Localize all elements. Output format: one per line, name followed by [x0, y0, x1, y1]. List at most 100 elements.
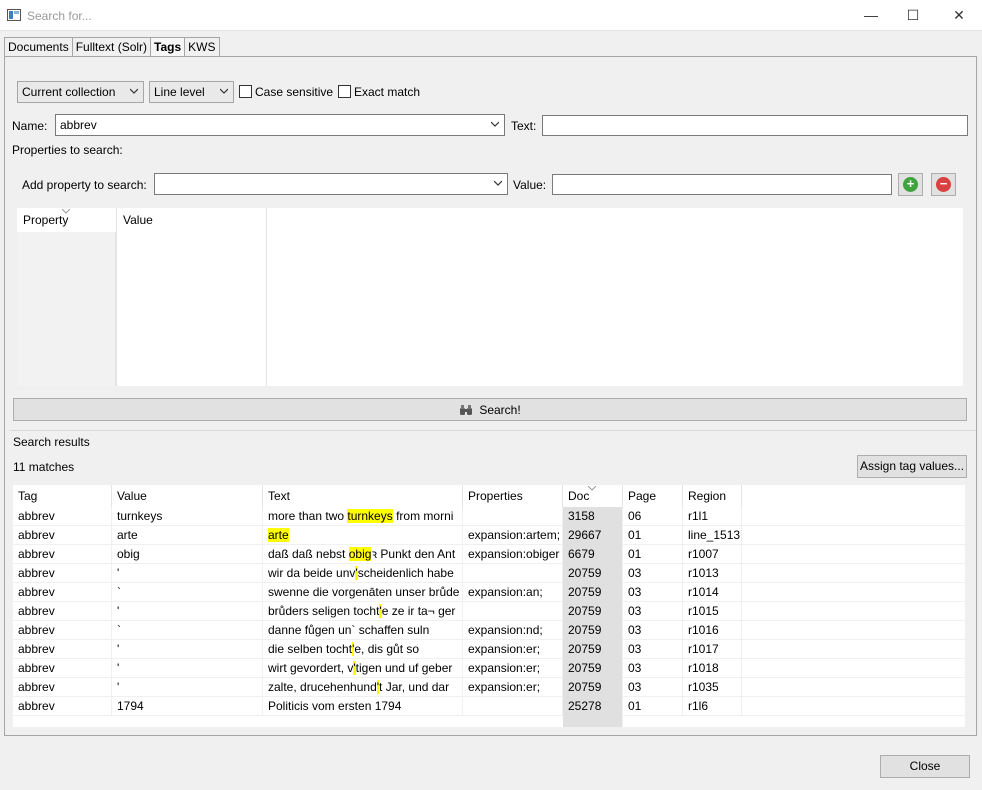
- text-cell: wir da beide unv'scheidenlich habe: [263, 564, 463, 583]
- plus-icon: +: [903, 177, 918, 192]
- tab-fulltext[interactable]: Fulltext (Solr): [71, 37, 152, 57]
- tag-cell: abbrev: [13, 526, 112, 545]
- column-divider: [266, 208, 267, 386]
- page-cell: 03: [623, 659, 683, 678]
- region-cell: r1l1: [683, 507, 742, 526]
- tab-tags[interactable]: Tags: [150, 37, 186, 58]
- results-body: abbrev turnkeys more than two turnkeys fro…: [13, 507, 965, 727]
- level-select[interactable]: Line level: [149, 81, 234, 103]
- page-column-header[interactable]: Page: [623, 485, 683, 507]
- page-cell: 03: [623, 602, 683, 621]
- table-row[interactable]: abbrev 1794 Politicis vom ersten 1794 2527…: [13, 697, 965, 716]
- table-row[interactable]: abbrev ' brůders seligen tocht'e ze ir ta…: [13, 602, 965, 621]
- value-cell: arte: [112, 526, 263, 545]
- text-fragment: Politicis vom ersten 1794: [268, 699, 402, 713]
- table-row[interactable]: abbrev obig daß daß nebst obigꝛ Punkt den…: [13, 545, 965, 564]
- properties-column-header[interactable]: Properties: [463, 485, 563, 507]
- page-cell: 01: [623, 545, 683, 564]
- close-button[interactable]: Close: [880, 755, 970, 778]
- table-row[interactable]: abbrev turnkeys more than two turnkeys fro…: [13, 507, 965, 526]
- text-cell: arte: [263, 526, 463, 545]
- assign-tag-values-button[interactable]: Assign tag values...: [857, 455, 967, 478]
- region-cell: r1035: [683, 678, 742, 697]
- table-row[interactable]: abbrev ` danne fůgen un` schaffen suln exp…: [13, 621, 965, 640]
- tag-cell: abbrev: [13, 545, 112, 564]
- property-column-header[interactable]: Property: [23, 213, 68, 227]
- properties-cell: [463, 697, 563, 716]
- minus-icon: −: [936, 177, 951, 192]
- text-fragment: tigen und uf geber: [355, 661, 453, 675]
- text-field[interactable]: [542, 115, 968, 136]
- property-table[interactable]: Property Value: [17, 208, 963, 386]
- doc-cell: 20759: [563, 621, 623, 640]
- properties-cell: expansion:er;: [463, 640, 563, 659]
- tag-cell: abbrev: [13, 621, 112, 640]
- table-row[interactable]: abbrev ' zalte, drucehenhund't Jar, und d…: [13, 678, 965, 697]
- properties-cell: expansion:obiger: [463, 545, 563, 564]
- results-table[interactable]: Tag Value Text Properties Doc Page Regio…: [13, 485, 965, 727]
- table-row[interactable]: abbrev arte arte expansion:artem; 29667 01 lin…: [13, 526, 965, 545]
- doc-cell: 20759: [563, 640, 623, 659]
- value-cell: 1794: [112, 697, 263, 716]
- tag-cell: abbrev: [13, 697, 112, 716]
- table-row[interactable]: abbrev ' die selben tocht'e, dis gůt so ex…: [13, 640, 965, 659]
- text-column-header[interactable]: Text: [263, 485, 463, 507]
- text-fragment: daß daß nebst: [268, 547, 349, 561]
- table-row[interactable]: abbrev ' wir da beide unv'scheidenlich ha…: [13, 564, 965, 583]
- tag-column-header[interactable]: Tag: [13, 485, 112, 507]
- text-cell: swenne die vorgenāten unser brůde: [263, 583, 463, 602]
- text-label: Text:: [511, 119, 537, 133]
- text-fragment: danne fůgen un` schaffen suln: [268, 623, 430, 637]
- doc-cell: 20759: [563, 583, 623, 602]
- minimize-button[interactable]: —: [848, 0, 894, 30]
- text-fragment: zalte, drucehenhund: [268, 680, 377, 694]
- region-column-header[interactable]: Region: [683, 485, 742, 507]
- value-column-header[interactable]: Value: [123, 213, 153, 227]
- doc-cell: [563, 716, 623, 727]
- name-field[interactable]: abbrev: [55, 114, 505, 136]
- properties-cell: [463, 564, 563, 583]
- text-cell: more than two turnkeys from morni: [263, 507, 463, 526]
- properties-cell: expansion:an;: [463, 583, 563, 602]
- value-cell: ': [112, 659, 263, 678]
- text-fragment: scheidenlich habe: [357, 566, 454, 580]
- scope-select[interactable]: Current collection: [17, 81, 144, 103]
- maximize-button[interactable]: ☐: [890, 0, 936, 30]
- close-window-button[interactable]: ✕: [936, 0, 982, 30]
- table-row[interactable]: abbrev ' wirt gevordert, v'tigen und uf g…: [13, 659, 965, 678]
- doc-cell: 20759: [563, 678, 623, 697]
- sort-chevron-icon: [588, 486, 596, 491]
- search-button[interactable]: Search!: [13, 398, 967, 421]
- tag-cell: abbrev: [13, 659, 112, 678]
- tab-kws[interactable]: KWS: [184, 37, 220, 57]
- add-property-select[interactable]: [154, 173, 508, 195]
- tag-cell: abbrev: [13, 564, 112, 583]
- value-column-header[interactable]: Value: [112, 485, 263, 507]
- case-sensitive-checkbox[interactable]: [239, 85, 252, 98]
- doc-cell: 20759: [563, 564, 623, 583]
- tag-cell: abbrev: [13, 583, 112, 602]
- doc-cell: 6679: [563, 545, 623, 564]
- text-cell: danne fůgen un` schaffen suln: [263, 621, 463, 640]
- region-cell: r1013: [683, 564, 742, 583]
- region-cell: r1016: [683, 621, 742, 640]
- properties-cell: expansion:er;: [463, 659, 563, 678]
- exact-match-checkbox[interactable]: [338, 85, 351, 98]
- results-header: Tag Value Text Properties Doc Page Regio…: [13, 485, 965, 507]
- doc-cell: 29667: [563, 526, 623, 545]
- name-label: Name:: [12, 119, 48, 133]
- binoculars-icon: [460, 404, 473, 415]
- text-cell: brůders seligen tocht'e ze ir ta¬ ger: [263, 602, 463, 621]
- tab-documents[interactable]: Documents: [4, 37, 73, 57]
- case-sensitive-label: Case sensitive: [255, 85, 334, 99]
- chevron-down-icon: [494, 180, 502, 186]
- title-bar: Search for... — ☐ ✕: [0, 0, 982, 31]
- column-divider: [116, 208, 117, 386]
- property-value-field[interactable]: [552, 174, 892, 195]
- page-cell: 03: [623, 678, 683, 697]
- remove-property-button[interactable]: −: [931, 173, 956, 196]
- add-property-button[interactable]: +: [898, 173, 923, 196]
- value-cell: ': [112, 602, 263, 621]
- app-icon: [7, 9, 21, 21]
- table-row[interactable]: abbrev ` swenne die vorgenāten unser brůd…: [13, 583, 965, 602]
